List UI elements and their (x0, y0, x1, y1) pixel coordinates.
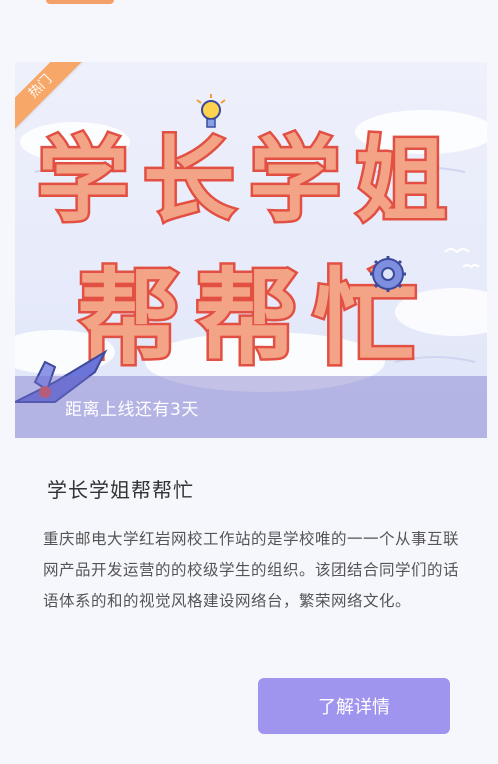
banner-card[interactable]: 学 长 学 姐 帮 帮 忙 热门 距离上线还有3天 (15, 62, 487, 438)
headline-char: 学 (37, 127, 129, 234)
top-tab-indicator (46, 0, 114, 4)
item-description: 重庆邮电大学红岩网校工作站的是学校唯的一一个从事互联网产品开发运营的的校级学生的… (43, 530, 460, 610)
countdown-overlay: 距离上线还有3天 (15, 376, 487, 438)
headline-char: 姐 (355, 127, 447, 234)
headline-row-1: 学 长 学 姐 (35, 125, 450, 237)
headline-char: 学 (249, 127, 341, 234)
countdown-label: 距离上线还有3天 (65, 400, 199, 420)
gear-icon (370, 256, 406, 292)
learn-more-button[interactable]: 了解详情 (258, 678, 450, 734)
headline-row-2: 帮 帮 忙 (75, 255, 420, 382)
headline-char: 帮 (195, 257, 299, 379)
lightbulb-icon (196, 94, 226, 128)
headline-char: 长 (143, 127, 235, 234)
item-title: 学长学姐帮帮忙 (47, 478, 194, 502)
birds-icon (444, 248, 480, 269)
